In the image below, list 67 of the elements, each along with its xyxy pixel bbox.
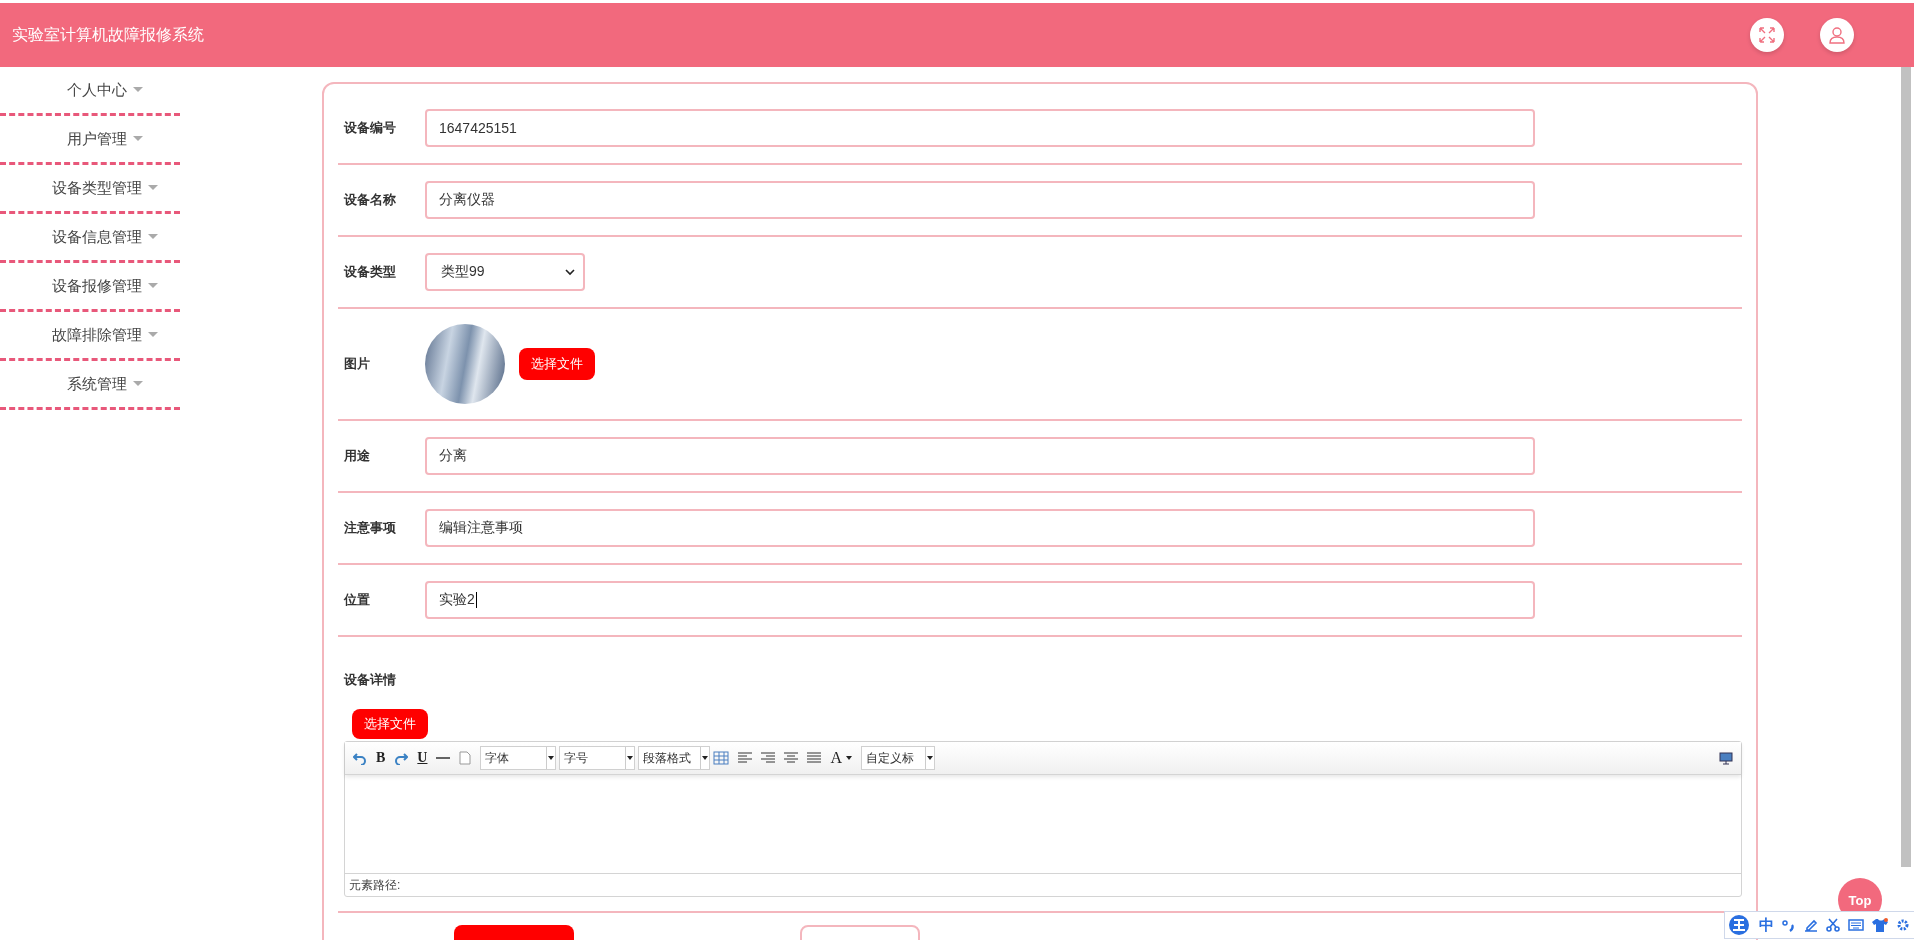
table-icon[interactable] xyxy=(713,751,730,765)
sidebar-menu-item[interactable]: 个人中心 xyxy=(0,67,180,116)
editor-dropdown[interactable]: 字体 xyxy=(480,746,557,770)
font-color-button[interactable]: A xyxy=(830,749,843,767)
field-label: 位置 xyxy=(344,591,371,609)
settings-icon[interactable] xyxy=(1896,918,1910,932)
text-input[interactable]: 1647425151 xyxy=(425,109,1535,147)
caret-icon xyxy=(627,756,634,760)
editor-dropdown[interactable]: 字号 xyxy=(559,746,636,770)
sidebar-menu-item[interactable]: 系统管理 xyxy=(0,361,180,410)
caret-icon xyxy=(148,185,158,191)
underline-button[interactable]: U xyxy=(417,750,428,766)
expand-icon xyxy=(1758,26,1776,44)
caret-icon xyxy=(548,756,555,760)
monitor-icon[interactable] xyxy=(1719,751,1733,765)
bold-button[interactable]: B xyxy=(376,750,386,766)
user-button[interactable] xyxy=(1820,18,1854,52)
align-right-icon[interactable] xyxy=(761,752,776,764)
sidebar-menu-item[interactable]: 设备信息管理 xyxy=(0,214,180,263)
user-icon xyxy=(1828,26,1846,44)
pen-icon[interactable] xyxy=(1804,918,1818,932)
chevron-down-icon xyxy=(565,268,575,276)
align-left-icon[interactable] xyxy=(738,752,753,764)
ime-logo-icon[interactable] xyxy=(1727,914,1751,936)
caret-icon xyxy=(927,756,934,760)
caret-icon xyxy=(846,756,853,760)
scissors-icon[interactable] xyxy=(1826,918,1840,932)
field-label: 设备类型 xyxy=(344,263,397,281)
sidebar-menu-item[interactable]: 用户管理 xyxy=(0,116,180,165)
type-select[interactable]: 类型99 xyxy=(425,253,585,291)
text-input[interactable]: 分离仪器 xyxy=(425,181,1535,219)
sidebar-menu-item[interactable]: 设备报修管理 xyxy=(0,263,180,312)
page-icon[interactable] xyxy=(459,751,472,765)
punctuation-icon[interactable] xyxy=(1782,918,1796,932)
editor-dropdown[interactable]: 段落格式 xyxy=(638,746,711,770)
text-input[interactable]: 分离 xyxy=(425,437,1535,475)
sidebar-menu-item[interactable]: 故障排除管理 xyxy=(0,312,180,361)
caret-icon xyxy=(148,332,158,338)
text-input[interactable]: 编辑注意事项 xyxy=(425,509,1535,547)
field-label: 注意事项 xyxy=(344,519,397,537)
justify-icon[interactable] xyxy=(807,752,822,764)
caret-icon xyxy=(133,87,143,93)
field-label: 图片 xyxy=(344,355,371,373)
app-title: 实验室计算机故障报修系统 xyxy=(12,24,204,45)
shirt-icon[interactable] xyxy=(1872,918,1888,932)
caret-icon xyxy=(133,381,143,387)
caret-icon xyxy=(148,283,158,289)
choose-file-button[interactable]: 选择文件 xyxy=(519,348,595,380)
ime-mode-button[interactable]: 中 xyxy=(1759,915,1774,935)
fullscreen-button[interactable] xyxy=(1750,18,1784,52)
keyboard-icon[interactable] xyxy=(1848,919,1864,931)
caret-icon xyxy=(133,136,143,142)
align-center-icon[interactable] xyxy=(784,752,799,764)
caret-icon xyxy=(702,756,709,760)
field-label: 设备名称 xyxy=(344,191,397,209)
element-path-label: 元素路径: xyxy=(349,876,401,894)
field-label: 用途 xyxy=(344,447,371,465)
redo-icon[interactable] xyxy=(394,751,409,765)
sidebar-menu-item[interactable]: 设备类型管理 xyxy=(0,165,180,214)
caret-icon xyxy=(148,234,158,240)
scrollbar[interactable] xyxy=(1901,67,1911,867)
editor-dropdown[interactable]: 自定义标 xyxy=(861,746,936,770)
field-label: 设备详情 xyxy=(344,671,397,689)
choose-file-button[interactable]: 选择文件 xyxy=(352,709,428,739)
text-input[interactable]: 实验2 xyxy=(425,581,1535,619)
undo-icon[interactable] xyxy=(353,751,367,765)
field-label: 设备编号 xyxy=(344,119,397,137)
